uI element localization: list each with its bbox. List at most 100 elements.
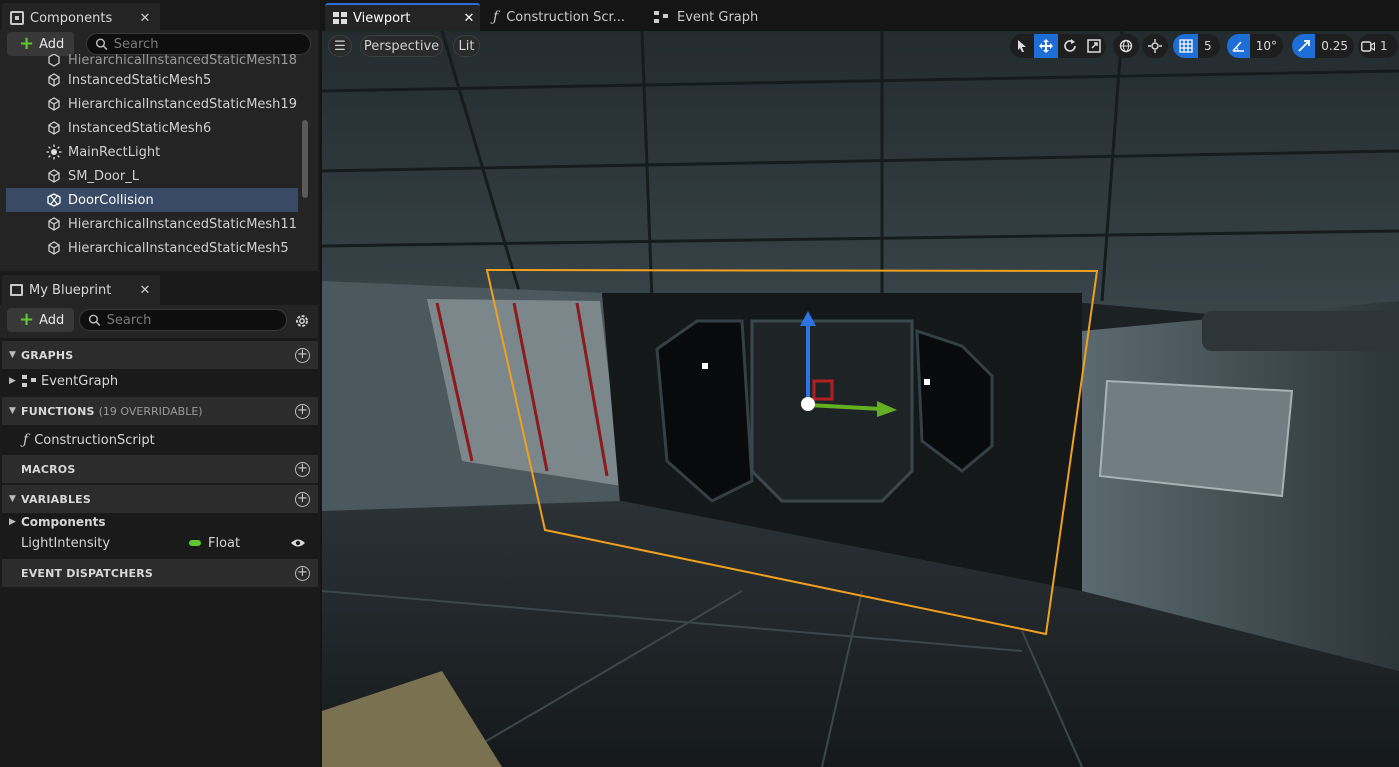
event-graph-icon	[654, 11, 668, 23]
scale-snap-control[interactable]: 0.25	[1292, 34, 1354, 58]
component-item[interactable]: HierarchicalInstancedStaticMesh19	[6, 92, 298, 116]
component-item-label: InstancedStaticMesh5	[68, 72, 212, 88]
functions-title: FUNCTIONS	[21, 404, 95, 418]
graphs-section[interactable]: ▼ GRAPHS +	[2, 341, 318, 369]
component-item[interactable]: SM_Door_L	[6, 164, 298, 188]
tab-construction-script[interactable]: ƒ Construction Scr...	[485, 3, 640, 31]
left-sidebar: Components ✕ + Add HierarchicalInstanced…	[0, 0, 320, 767]
world-local-toggle[interactable]	[1113, 34, 1139, 58]
graphs-title: GRAPHS	[21, 348, 74, 362]
hamburger-icon: ☰	[334, 38, 346, 54]
translate-mode-icon[interactable]	[1034, 34, 1058, 58]
close-icon[interactable]: ✕	[138, 11, 152, 26]
add-label: Add	[39, 36, 65, 52]
plus-icon: +	[19, 33, 35, 54]
my-blueprint-tab[interactable]: My Blueprint ✕	[2, 275, 160, 305]
function-icon: ƒ	[493, 9, 499, 25]
caret-down-icon: ▼	[9, 350, 16, 360]
scale-snap-icon[interactable]	[1292, 34, 1316, 58]
viewport-icon	[333, 12, 347, 24]
event-graph-icon	[22, 375, 36, 387]
components-search-input[interactable]	[113, 36, 310, 52]
caret-right-icon: ▶	[9, 517, 16, 527]
component-item-label: MainRectLight	[68, 144, 161, 160]
rotate-mode-icon[interactable]	[1058, 34, 1082, 58]
tab-event-graph[interactable]: Event Graph	[645, 3, 785, 31]
variables-title: VARIABLES	[21, 492, 91, 506]
component-item-label: InstancedStaticMesh6	[68, 120, 212, 136]
camera-icon	[1358, 34, 1378, 58]
add-dispatcher-icon[interactable]: +	[295, 566, 310, 581]
variables-section[interactable]: ▼ VARIABLES +	[2, 485, 318, 513]
event-graph-label: EventGraph	[41, 373, 119, 389]
select-mode-icon[interactable]	[1010, 34, 1034, 58]
components-icon	[10, 11, 24, 25]
add-function-icon[interactable]: +	[295, 404, 310, 419]
tab-viewport[interactable]: Viewport ✕	[325, 3, 480, 31]
close-icon[interactable]: ✕	[138, 283, 152, 298]
add-variable-icon[interactable]: +	[295, 492, 310, 507]
rotation-snap-control[interactable]: 10°	[1227, 34, 1283, 58]
tab-construction-label: Construction Scr...	[506, 9, 626, 25]
list-item[interactable]: HierarchicalInstancedStaticMesh18	[6, 54, 298, 68]
settings-gear-icon[interactable]	[293, 312, 311, 330]
variable-name: LightIntensity	[21, 535, 111, 551]
close-icon[interactable]: ✕	[458, 11, 480, 26]
blueprint-search[interactable]	[79, 309, 287, 331]
camera-speed-value[interactable]: 1	[1378, 39, 1390, 53]
components-tree: HierarchicalInstancedStaticMesh18 Instan…	[6, 54, 298, 268]
viewport-options-button[interactable]: ☰	[328, 35, 352, 57]
add-macro-icon[interactable]: +	[295, 462, 310, 477]
grid-snap-value[interactable]: 5	[1198, 39, 1218, 53]
function-icon: ƒ	[23, 432, 29, 448]
perspective-label: Perspective	[363, 38, 440, 54]
grid-snap-icon[interactable]	[1173, 34, 1198, 58]
components-tab[interactable]: Components ✕	[2, 3, 160, 33]
rotation-snap-value[interactable]: 10°	[1250, 39, 1283, 53]
macros-title: MACROS	[21, 462, 76, 476]
variable-light-intensity[interactable]: LightIntensity Float	[2, 531, 318, 555]
level-viewport[interactable]: ☰ Perspective Lit 5 10° 0.25 1	[322, 31, 1399, 767]
eye-icon[interactable]	[290, 537, 306, 549]
viewport-scene[interactable]	[322, 31, 1399, 767]
surface-snap-toggle[interactable]	[1142, 34, 1168, 58]
add-graph-icon[interactable]: +	[295, 348, 310, 363]
component-item[interactable]: InstancedStaticMesh6	[6, 116, 298, 140]
event-graph-item[interactable]: ▶ EventGraph	[2, 369, 318, 393]
scale-mode-icon[interactable]	[1082, 34, 1106, 58]
components-scrollbar[interactable]	[302, 120, 308, 198]
grid-snap-control[interactable]: 5	[1173, 34, 1220, 58]
caret-down-icon: ▼	[9, 406, 16, 416]
add-member-button[interactable]: + Add	[7, 308, 74, 332]
component-item-label: HierarchicalInstancedStaticMesh5	[68, 240, 289, 256]
components-group-label: Components	[21, 515, 106, 529]
door-light-right	[924, 379, 930, 385]
transform-mode-toolbar	[1010, 34, 1106, 58]
add-component-button[interactable]: + Add	[7, 32, 74, 56]
static-mesh-icon	[46, 96, 62, 112]
components-panel: + Add HierarchicalInstancedStaticMesh18 …	[0, 30, 318, 271]
component-item[interactable]: HierarchicalInstancedStaticMesh11	[6, 212, 298, 236]
variable-type[interactable]: Float	[208, 536, 288, 551]
scale-snap-value[interactable]: 0.25	[1315, 39, 1354, 53]
tab-event-graph-label: Event Graph	[677, 9, 759, 25]
lit-view-mode-button[interactable]: Lit	[453, 35, 480, 57]
perspective-button[interactable]: Perspective	[360, 35, 443, 57]
component-item[interactable]: MainRectLight	[6, 140, 298, 164]
rotation-snap-icon[interactable]	[1227, 34, 1250, 58]
components-search[interactable]	[86, 33, 311, 55]
collision-icon	[46, 192, 62, 208]
blueprint-search-input[interactable]	[106, 312, 286, 328]
door-light-left	[702, 363, 708, 369]
component-item[interactable]: HierarchicalInstancedStaticMesh5	[6, 236, 298, 260]
functions-section[interactable]: ▼ FUNCTIONS (19 OVERRIDABLE) +	[2, 397, 318, 425]
camera-speed-control[interactable]: 1	[1358, 34, 1398, 58]
macros-section[interactable]: MACROS +	[2, 455, 318, 483]
tab-viewport-label: Viewport	[353, 10, 411, 26]
component-item[interactable]: DoorCollision	[6, 188, 298, 212]
static-mesh-icon	[46, 120, 62, 136]
component-item[interactable]: InstancedStaticMesh5	[6, 68, 298, 92]
wall-panel-hatch	[1098, 379, 1294, 498]
construction-script-item[interactable]: ƒ ConstructionScript	[2, 428, 318, 452]
event-dispatchers-section[interactable]: EVENT DISPATCHERS +	[2, 559, 318, 587]
